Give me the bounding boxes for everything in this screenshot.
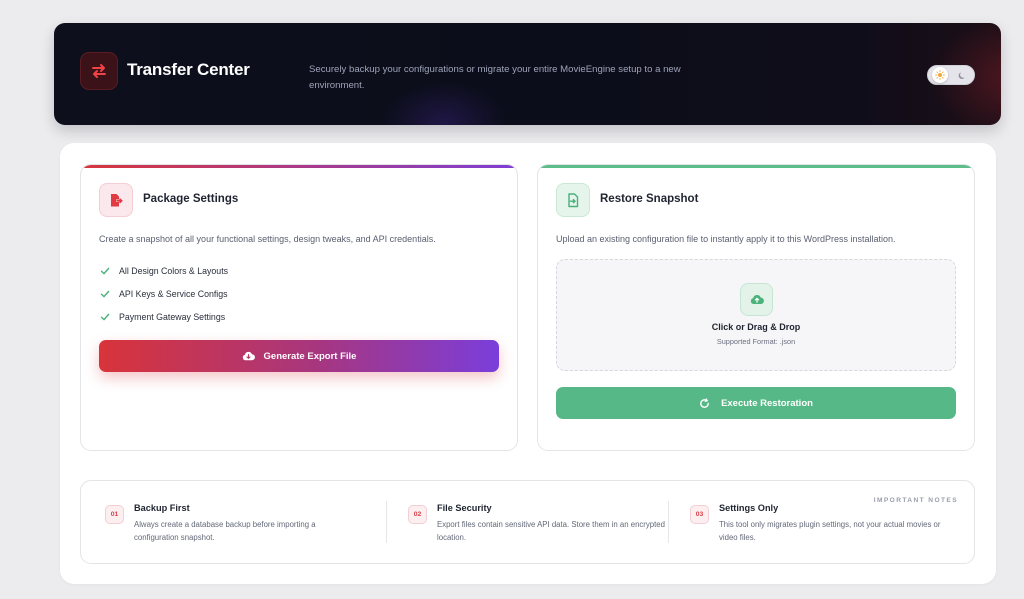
notes-tag: IMPORTANT NOTES <box>873 497 958 504</box>
restore-card-accent-bar <box>538 165 974 168</box>
main-panel: Package Settings Create a snapshot of al… <box>60 143 996 584</box>
theme-toggle[interactable] <box>927 65 975 85</box>
important-notes: IMPORTANT NOTES 01 Backup First Always c… <box>80 480 975 564</box>
note-number: 02 <box>408 505 427 524</box>
cloud-download-icon <box>242 351 255 361</box>
note-text: This tool only migrates plugin settings,… <box>719 520 941 542</box>
feature-label: Payment Gateway Settings <box>119 311 226 322</box>
file-dropzone[interactable]: Click or Drag & Drop Supported Format: .… <box>556 259 956 371</box>
export-card-title: Package Settings <box>143 193 239 205</box>
dropzone-title: Click or Drag & Drop <box>711 322 801 332</box>
file-export-icon <box>99 183 133 217</box>
note-divider <box>668 501 669 543</box>
header-banner: Transfer Center Securely backup your con… <box>54 23 1001 125</box>
feature-label: API Keys & Service Configs <box>119 288 228 299</box>
moon-icon <box>958 71 967 80</box>
file-import-icon <box>556 183 590 217</box>
note-title: File Security <box>437 503 492 513</box>
check-icon <box>99 265 111 277</box>
generate-export-button[interactable]: Generate Export File <box>99 340 499 372</box>
generate-export-label: Generate Export File <box>263 350 357 362</box>
note-text: Export files contain sensitive API data.… <box>437 520 665 542</box>
restore-card: Restore Snapshot Upload an existing conf… <box>537 164 975 451</box>
execute-restoration-label: Execute Restoration <box>721 397 813 409</box>
check-icon <box>99 288 111 300</box>
restore-card-title: Restore Snapshot <box>600 193 699 205</box>
check-icon <box>99 311 111 323</box>
list-item: API Keys & Service Configs <box>99 282 228 305</box>
note-title: Settings Only <box>719 503 779 513</box>
note-number: 01 <box>105 505 124 524</box>
page-title: Transfer Center <box>127 60 250 79</box>
page-description: Securely backup your configurations or m… <box>309 64 681 91</box>
note-number: 03 <box>690 505 709 524</box>
export-card-accent-bar <box>81 165 517 168</box>
refresh-icon <box>699 397 710 409</box>
restore-card-description: Upload an existing configuration file to… <box>556 234 896 244</box>
execute-restoration-button[interactable]: Execute Restoration <box>556 387 956 419</box>
sun-icon <box>932 67 948 83</box>
dropzone-subtitle: Supported Format: .json <box>716 337 796 346</box>
list-item: Payment Gateway Settings <box>99 305 228 328</box>
note-divider <box>386 501 387 543</box>
list-item: All Design Colors & Layouts <box>99 259 228 282</box>
note-title: Backup First <box>134 503 190 513</box>
export-card-description: Create a snapshot of all your functional… <box>99 234 436 244</box>
cloud-upload-icon <box>740 283 773 316</box>
note-text: Always create a database backup before i… <box>134 520 316 542</box>
export-feature-list: All Design Colors & Layouts API Keys & S… <box>99 259 228 328</box>
transfer-arrows-icon <box>80 52 118 90</box>
feature-label: All Design Colors & Layouts <box>119 265 229 276</box>
export-card: Package Settings Create a snapshot of al… <box>80 164 518 451</box>
